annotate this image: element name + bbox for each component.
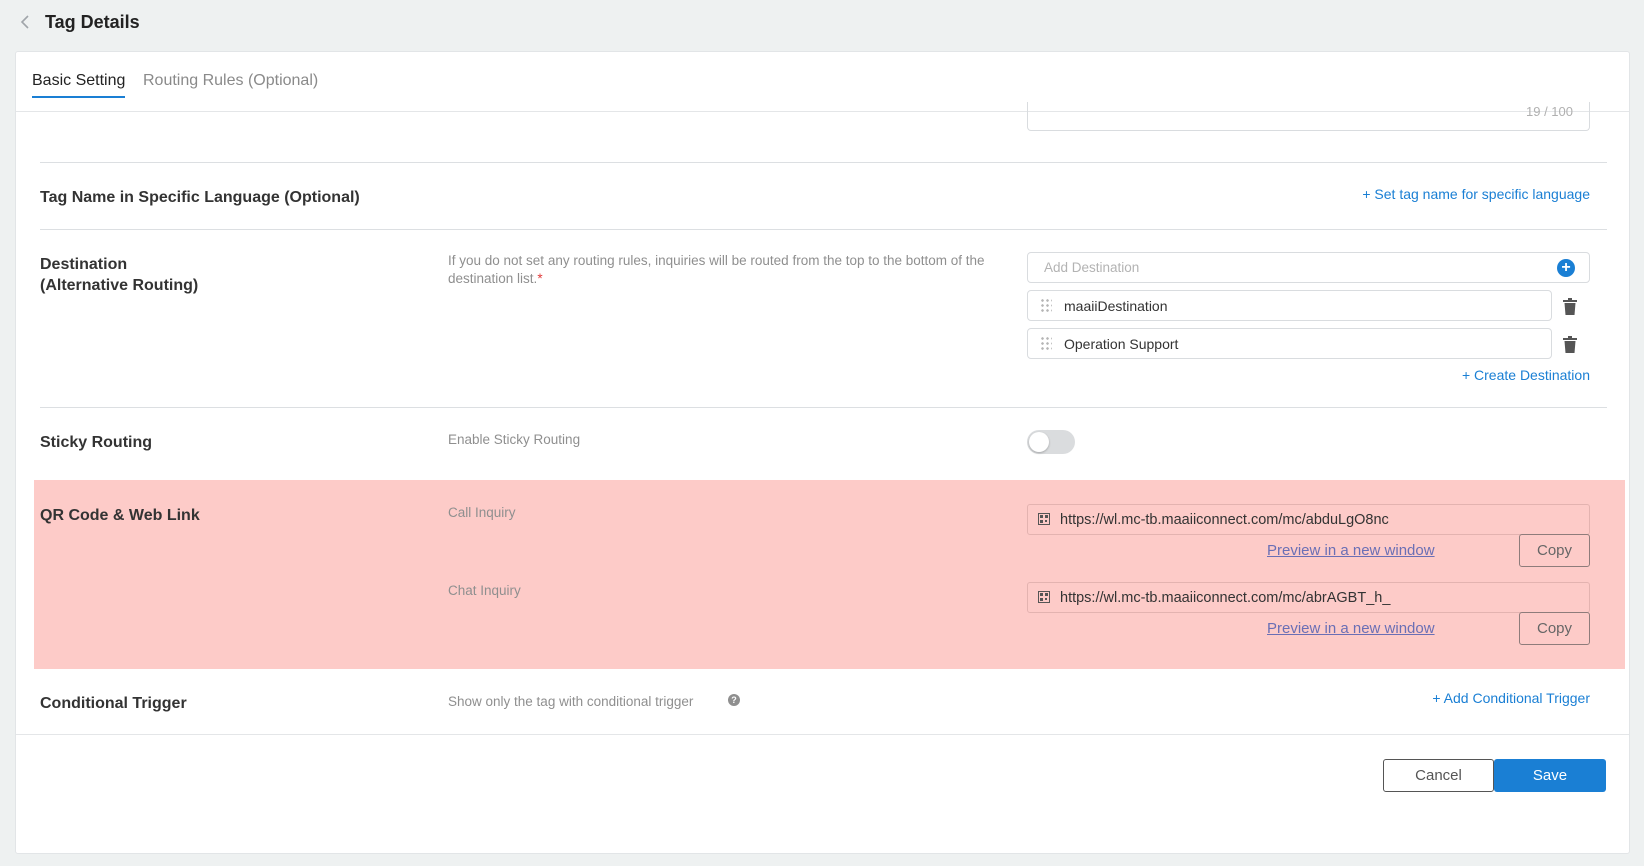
- sticky-routing-toggle[interactable]: [1027, 430, 1075, 454]
- page-header: Tag Details: [0, 0, 1644, 50]
- tag-name-language-label: Tag Name in Specific Language (Optional): [40, 189, 360, 206]
- trash-icon[interactable]: [1563, 298, 1579, 316]
- qr-code-icon: [1038, 591, 1050, 603]
- footer-divider: [16, 734, 1629, 735]
- destination-item[interactable]: maaiiDestination: [1027, 290, 1552, 321]
- call-inquiry-label: Call Inquiry: [448, 505, 516, 520]
- drag-handle-icon[interactable]: [1040, 298, 1052, 314]
- toggle-knob: [1029, 432, 1049, 452]
- call-inquiry-url: https://wl.mc-tb.maaiiconnect.com/mc/abd…: [1060, 512, 1389, 528]
- destination-description: If you do not set any routing rules, inq…: [448, 252, 1008, 288]
- chat-copy-button[interactable]: Copy: [1519, 612, 1590, 645]
- create-destination-link[interactable]: + Create Destination: [1462, 367, 1590, 383]
- destination-label-line2: (Alternative Routing): [40, 277, 199, 294]
- tab-basic-setting[interactable]: Basic Setting: [32, 72, 126, 98]
- call-preview-link[interactable]: Preview in a new window: [1267, 542, 1435, 559]
- char-counter: 19 / 100: [1526, 104, 1573, 119]
- conditional-trigger-label: Conditional Trigger: [40, 695, 187, 712]
- divider: [40, 229, 1607, 230]
- description-textarea[interactable]: 19 / 100: [1027, 102, 1590, 131]
- call-copy-button[interactable]: Copy: [1519, 534, 1590, 567]
- destination-item[interactable]: Operation Support: [1027, 328, 1552, 359]
- call-inquiry-url-field[interactable]: https://wl.mc-tb.maaiiconnect.com/mc/abd…: [1027, 504, 1590, 535]
- qr-code-label: QR Code & Web Link: [40, 507, 200, 524]
- cancel-button[interactable]: Cancel: [1383, 759, 1494, 792]
- tag-details-card: Basic Setting Routing Rules (Optional) 1…: [15, 51, 1630, 854]
- destination-label: Destination (Alternative Routing): [40, 254, 198, 296]
- help-icon[interactable]: ?: [728, 694, 740, 706]
- add-destination-input[interactable]: Add Destination +: [1027, 252, 1590, 283]
- plus-circle-icon[interactable]: +: [1557, 259, 1575, 277]
- add-destination-placeholder: Add Destination: [1044, 260, 1140, 275]
- add-conditional-trigger-link[interactable]: + Add Conditional Trigger: [1432, 690, 1590, 706]
- destination-label-line1: Destination: [40, 256, 128, 273]
- destination-item-name: Operation Support: [1064, 336, 1179, 352]
- sticky-routing-description: Enable Sticky Routing: [448, 432, 581, 447]
- save-button[interactable]: Save: [1494, 759, 1606, 792]
- trash-icon[interactable]: [1563, 336, 1579, 354]
- chat-inquiry-label: Chat Inquiry: [448, 583, 521, 598]
- divider: [40, 162, 1607, 163]
- divider: [40, 407, 1607, 408]
- chat-inquiry-url-field[interactable]: https://wl.mc-tb.maaiiconnect.com/mc/abr…: [1027, 582, 1590, 613]
- chat-inquiry-url: https://wl.mc-tb.maaiiconnect.com/mc/abr…: [1060, 590, 1391, 606]
- destination-description-text: If you do not set any routing rules, inq…: [448, 253, 985, 286]
- drag-handle-icon[interactable]: [1040, 336, 1052, 352]
- page-title: Tag Details: [45, 12, 140, 32]
- chat-preview-link[interactable]: Preview in a new window: [1267, 620, 1435, 637]
- conditional-trigger-description: Show only the tag with conditional trigg…: [448, 694, 694, 709]
- set-tag-name-language-link[interactable]: + Set tag name for specific language: [1362, 186, 1590, 202]
- required-mark: *: [537, 271, 543, 286]
- tab-routing-rules[interactable]: Routing Rules (Optional): [143, 72, 318, 96]
- sticky-routing-label: Sticky Routing: [40, 434, 153, 451]
- qr-code-icon: [1038, 513, 1050, 525]
- destination-item-name: maaiiDestination: [1064, 298, 1168, 314]
- chevron-left-icon[interactable]: [20, 14, 36, 34]
